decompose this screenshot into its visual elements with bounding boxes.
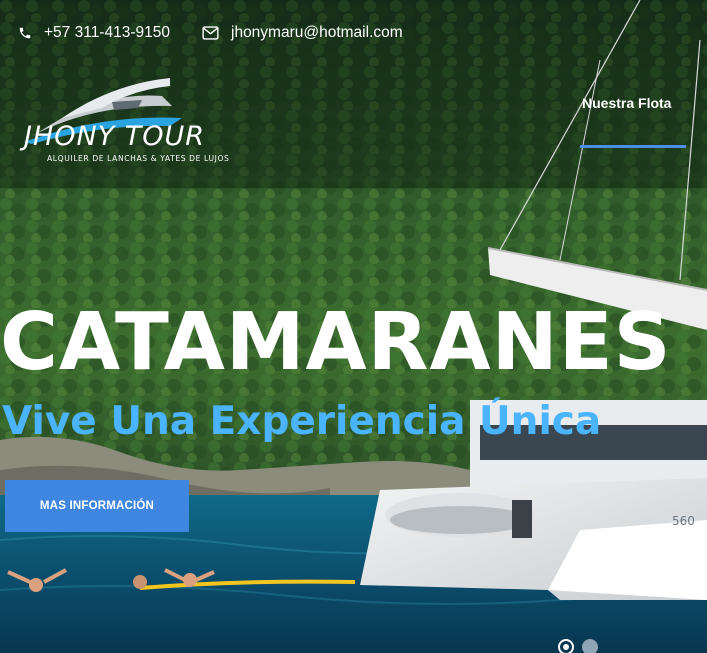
hero-subtitle: Vive Una Experiencia Única: [2, 399, 602, 444]
nav-active-indicator: [580, 145, 686, 148]
slide-dot-1[interactable]: [558, 639, 574, 653]
svg-text:560: 560: [672, 514, 695, 528]
phone-contact[interactable]: +57 311-413-9150: [18, 24, 170, 42]
nav-item-nuestra-flota[interactable]: Nuestra Flota: [582, 95, 671, 111]
topbar: +57 311-413-9150 jhonymaru@hotmail.com: [0, 0, 707, 70]
hero-title: CATAMARANES: [0, 296, 672, 388]
envelope-icon: [202, 26, 219, 40]
phone-number: +57 311-413-9150: [44, 24, 170, 41]
hero-slider: 560 +57 311-413-9150 jhonymaru@hotmail.c…: [0, 0, 707, 653]
phone-icon: [18, 26, 32, 40]
more-info-button[interactable]: MAS INFORMACIÓN: [5, 480, 189, 532]
brand-name: JHONY TOUR: [24, 121, 206, 152]
email-address: jhonymaru@hotmail.com: [231, 24, 403, 41]
slider-pagination: [558, 639, 598, 653]
brand-tagline: ALQUILER DE LANCHAS & YATES DE LUJOS: [47, 154, 230, 163]
email-contact[interactable]: jhonymaru@hotmail.com: [202, 24, 403, 42]
slide-dot-2[interactable]: [582, 639, 598, 653]
